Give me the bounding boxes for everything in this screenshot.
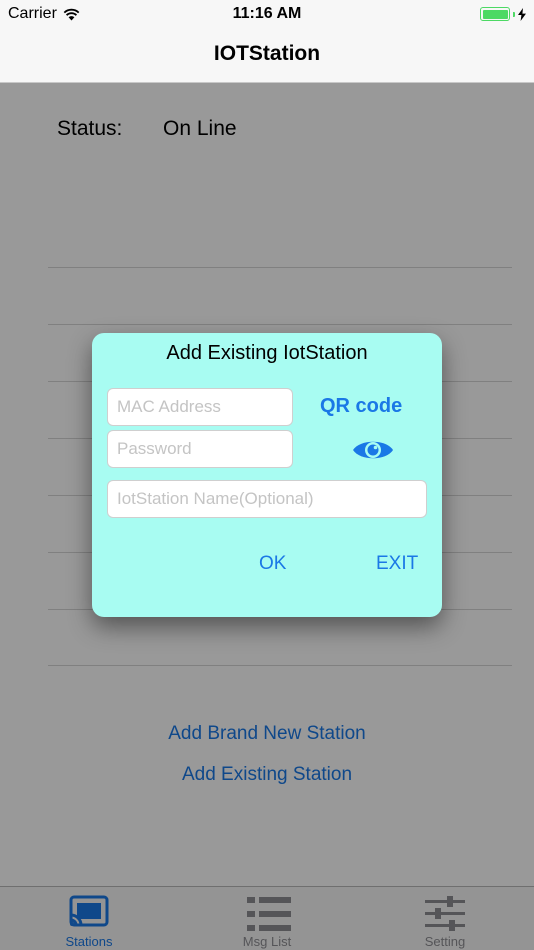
- clock: 11:16 AM: [232, 5, 302, 22]
- mac-address-input[interactable]: [107, 388, 293, 426]
- tab-label: Stations: [65, 934, 113, 949]
- tab-stations[interactable]: Stations: [0, 887, 178, 950]
- battery-indicator: [480, 7, 526, 21]
- battery-icon: [480, 7, 510, 21]
- add-existing-station-dialog: Add Existing IotStation QR code OK EXIT: [92, 333, 442, 617]
- station-name-input[interactable]: [107, 480, 427, 518]
- eye-icon[interactable]: [351, 437, 395, 463]
- tab-label: Msg List: [242, 934, 292, 949]
- exit-button[interactable]: EXIT: [376, 553, 418, 575]
- charging-bolt-icon: [518, 7, 526, 21]
- battery-tip: [513, 11, 515, 17]
- password-input[interactable]: [107, 430, 293, 468]
- page-title: IOTStation: [213, 42, 321, 65]
- navigation-bar: IOTStation: [0, 30, 534, 83]
- ok-button[interactable]: OK: [259, 553, 286, 575]
- list-icon: [247, 897, 291, 931]
- dialog-title: Add Existing IotStation: [166, 342, 368, 364]
- status-bar: Carrier 11:16 AM: [0, 0, 534, 30]
- tab-msg-list[interactable]: Msg List: [178, 887, 356, 950]
- tab-bar: Stations Msg List Setting: [0, 886, 534, 950]
- tab-setting[interactable]: Setting: [356, 887, 534, 950]
- cast-icon: [69, 895, 109, 927]
- qr-code-button[interactable]: QR code: [320, 395, 402, 418]
- sliders-icon: [425, 896, 465, 931]
- tab-label: Setting: [424, 934, 466, 949]
